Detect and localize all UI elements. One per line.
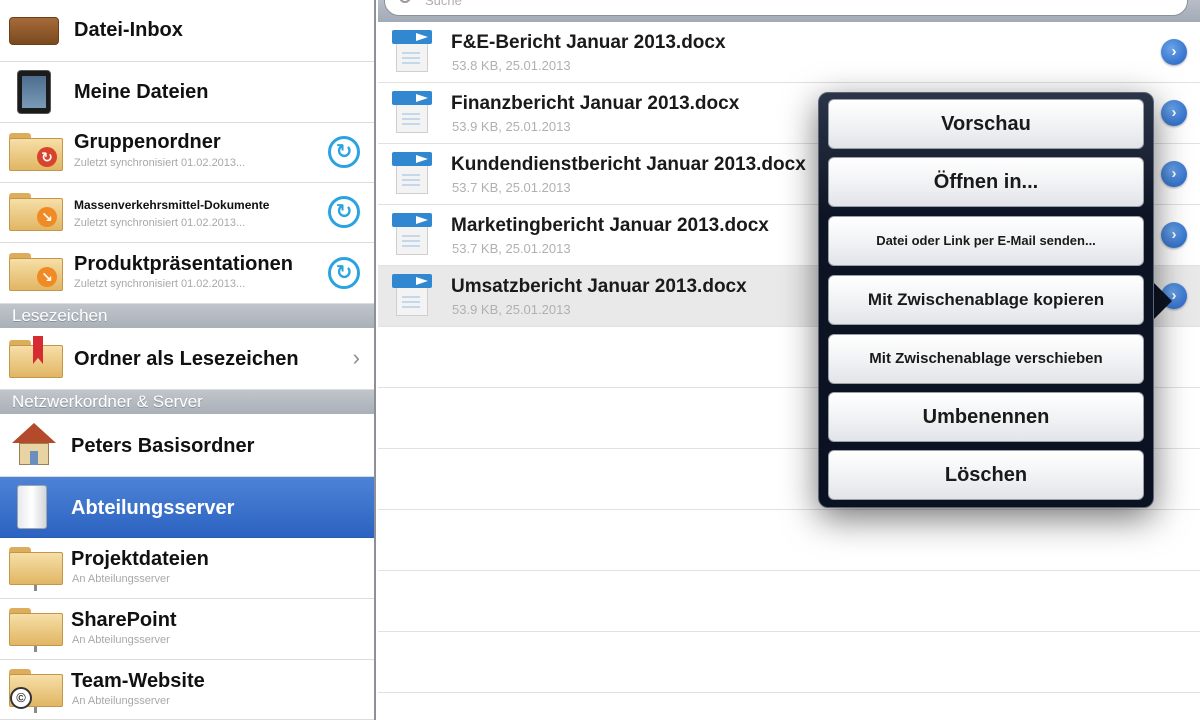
sidebar-item-status: Zuletzt synchronisiert 01.02.2013... bbox=[74, 217, 246, 229]
file-meta: 53.9 KB, 25.01.2013 bbox=[452, 302, 571, 317]
disclosure-icon[interactable]: › bbox=[1161, 39, 1187, 65]
sidebar-item-label: Gruppenordner bbox=[74, 131, 221, 153]
sync-icon[interactable]: ↻ bbox=[328, 196, 360, 228]
sidebar-item-label: Meine Dateien bbox=[74, 81, 209, 103]
file-actions-popover: Vorschau Öffnen in... Datei oder Link pe… bbox=[818, 92, 1154, 508]
search-placeholder: Suche bbox=[425, 0, 462, 8]
sidebar-item-label: Ordner als Lesezeichen bbox=[74, 348, 299, 370]
section-header-netzwerkordner: Netzwerkordner & Server bbox=[0, 390, 374, 414]
sidebar-item-datei-inbox[interactable]: Datei-Inbox bbox=[0, 0, 374, 62]
file-name: Finanzbericht Januar 2013.docx bbox=[451, 93, 740, 114]
empty-row bbox=[378, 510, 1200, 571]
home-icon bbox=[12, 423, 56, 467]
sidebar-item-status: Zuletzt synchronisiert 01.02.2013... bbox=[74, 278, 246, 290]
move-via-clipboard-button[interactable]: Mit Zwischenablage verschieben bbox=[828, 334, 1144, 384]
copyright-mark: © bbox=[10, 687, 32, 709]
sidebar-item-abteilungsserver[interactable]: Abteilungsserver bbox=[0, 477, 374, 538]
delete-button[interactable]: Löschen bbox=[828, 450, 1144, 500]
sidebar-item-location: An Abteilungsserver bbox=[72, 695, 170, 707]
disclosure-icon[interactable]: › bbox=[1161, 222, 1187, 248]
file-name: Umsatzbericht Januar 2013.docx bbox=[451, 276, 747, 297]
email-file-or-link-button[interactable]: Datei oder Link per E-Mail senden... bbox=[828, 216, 1144, 266]
popover-arrow bbox=[1152, 281, 1172, 321]
sidebar-item-label: Produktpräsentationen bbox=[74, 253, 293, 275]
empty-row bbox=[378, 571, 1200, 632]
file-meta: 53.9 KB, 25.01.2013 bbox=[452, 119, 571, 134]
disclosure-icon[interactable]: › bbox=[1161, 161, 1187, 187]
sidebar-item-ordner-als-lesezeichen[interactable]: Ordner als Lesezeichen › bbox=[0, 328, 374, 390]
docx-file-icon bbox=[392, 91, 432, 135]
file-meta: 53.8 KB, 25.01.2013 bbox=[452, 58, 571, 73]
sidebar-item-label: Peters Basisordner bbox=[71, 435, 255, 457]
sidebar-item-massenverkehrsmittel[interactable]: ↘ Massenverkehrsmittel-Dokumente Zuletzt… bbox=[0, 183, 374, 243]
rename-button[interactable]: Umbenennen bbox=[828, 392, 1144, 442]
file-name: Marketingbericht Januar 2013.docx bbox=[451, 215, 769, 236]
file-meta: 53.7 KB, 25.01.2013 bbox=[452, 241, 571, 256]
sidebar-item-produktpraesentationen[interactable]: ↘ Produktpräsentationen Zuletzt synchron… bbox=[0, 243, 374, 304]
sidebar-item-team-website[interactable]: Team-Website An Abteilungsserver bbox=[0, 660, 374, 720]
synced-folder-icon: ↻ bbox=[9, 133, 63, 171]
tablet-icon bbox=[17, 70, 51, 114]
sidebar-item-gruppenordner[interactable]: ↻ Gruppenordner Zuletzt synchronisiert 0… bbox=[0, 123, 374, 183]
file-name: F&E-Bericht Januar 2013.docx bbox=[451, 32, 726, 53]
sidebar-item-label: Abteilungsserver bbox=[71, 497, 235, 519]
inbox-tray-icon bbox=[9, 17, 59, 45]
open-in-button[interactable]: Öffnen in... bbox=[828, 157, 1144, 207]
file-name: Kundendienstbericht Januar 2013.docx bbox=[451, 154, 806, 175]
sidebar-item-projektdateien[interactable]: Projektdateien An Abteilungsserver bbox=[0, 538, 374, 599]
file-meta: 53.7 KB, 25.01.2013 bbox=[452, 180, 571, 195]
section-header-lesezeichen: Lesezeichen bbox=[0, 304, 374, 328]
sync-icon[interactable]: ↻ bbox=[328, 257, 360, 289]
sync-icon[interactable]: ↻ bbox=[328, 136, 360, 168]
docx-file-icon bbox=[392, 213, 432, 257]
network-folder-icon bbox=[9, 547, 63, 591]
docx-file-icon bbox=[392, 152, 432, 196]
bookmark-folder-icon bbox=[9, 336, 63, 378]
sidebar-item-label: Massenverkehrsmittel-Dokumente bbox=[74, 198, 270, 212]
sidebar-item-label: SharePoint bbox=[71, 609, 177, 631]
docx-file-icon bbox=[392, 30, 432, 74]
file-row[interactable]: F&E-Bericht Januar 2013.docx 53.8 KB, 25… bbox=[378, 22, 1200, 83]
search-icon bbox=[399, 0, 411, 3]
sidebar-item-label: Datei-Inbox bbox=[74, 19, 183, 41]
sidebar-item-label: Team-Website bbox=[71, 670, 205, 692]
sidebar-item-location: An Abteilungsserver bbox=[72, 634, 170, 646]
sidebar-item-label: Projektdateien bbox=[71, 548, 209, 570]
sidebar-item-peters-basisordner[interactable]: Peters Basisordner bbox=[0, 414, 374, 477]
sidebar-item-status: Zuletzt synchronisiert 01.02.2013... bbox=[74, 157, 246, 169]
network-folder-icon bbox=[9, 608, 63, 652]
empty-row bbox=[378, 632, 1200, 693]
server-icon bbox=[17, 485, 47, 529]
preview-button[interactable]: Vorschau bbox=[828, 99, 1144, 149]
copy-to-clipboard-button[interactable]: Mit Zwischenablage kopieren bbox=[828, 275, 1144, 325]
sidebar-item-sharepoint[interactable]: SharePoint An Abteilungsserver bbox=[0, 599, 374, 660]
synced-folder-icon: ↘ bbox=[9, 253, 63, 291]
sidebar-item-location: An Abteilungsserver bbox=[72, 573, 170, 585]
disclosure-icon[interactable]: › bbox=[1161, 100, 1187, 126]
chevron-right-icon: › bbox=[352, 345, 360, 370]
search-bar: Suche bbox=[378, 0, 1200, 22]
sidebar-item-meine-dateien[interactable]: Meine Dateien bbox=[0, 62, 374, 123]
sidebar: Datei-Inbox Meine Dateien ↻ Gruppenordne… bbox=[0, 0, 376, 720]
docx-file-icon bbox=[392, 274, 432, 318]
synced-folder-icon: ↘ bbox=[9, 193, 63, 231]
search-input[interactable]: Suche bbox=[384, 0, 1188, 16]
